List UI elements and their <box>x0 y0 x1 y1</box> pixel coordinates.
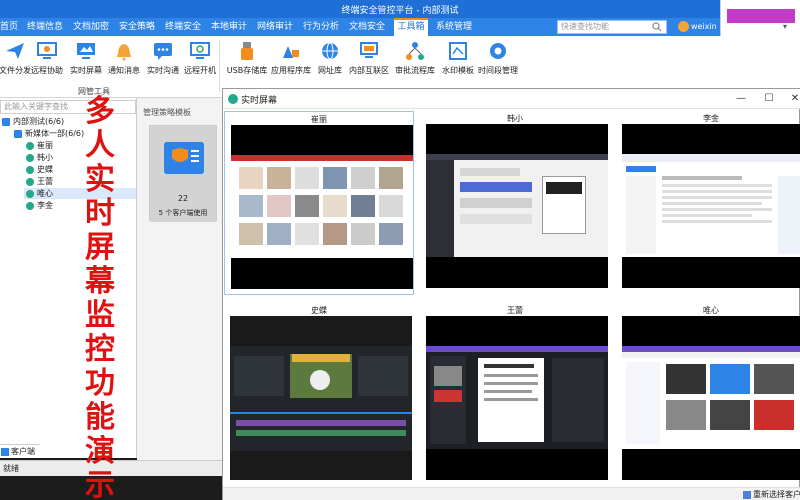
intranet-zone-button[interactable]: 内部互联区 <box>346 38 392 84</box>
tab-network-audit[interactable]: 网络审计 <box>254 18 296 36</box>
avatar <box>678 21 689 32</box>
user-online-icon <box>26 177 34 186</box>
client-screen-tile[interactable]: 史蝶 <box>224 303 414 487</box>
tab-security-policy[interactable]: 安全策略 <box>116 18 158 36</box>
watermark-icon <box>449 42 467 60</box>
client-screen-tile[interactable]: 王蕾 <box>420 303 610 487</box>
window-titlebar: 实时屏幕 — ☐ ✕ <box>223 89 800 109</box>
gear-clock-icon <box>490 43 506 59</box>
tab-doc-encrypt[interactable]: 文档加密 <box>70 18 112 36</box>
org-icon <box>14 129 22 138</box>
paper-plane-icon <box>6 43 24 59</box>
monitor-search-icon <box>37 42 57 59</box>
client-screen-tile[interactable]: 韩小 <box>420 111 610 295</box>
client-name: 史蝶 <box>311 306 327 315</box>
tree-node-user[interactable]: 李金 <box>26 200 53 211</box>
chat-icon <box>154 43 172 60</box>
close-button[interactable]: ✕ <box>787 91 800 107</box>
screen-thumbnail <box>622 316 800 480</box>
policy-caption: 5 个客户端使用 <box>158 209 208 217</box>
tab-doc-security[interactable]: 文档安全 <box>346 18 388 36</box>
client-screen-tile[interactable]: 唯心 <box>616 303 800 487</box>
screen-thumbnail <box>231 125 413 289</box>
tab-home[interactable]: 首页 <box>0 18 18 36</box>
flow-icon <box>406 42 424 60</box>
network-monitor-icon <box>360 42 378 58</box>
client-name: 王蕾 <box>507 306 523 315</box>
maximize-button[interactable]: ☐ <box>761 91 777 107</box>
tree-node-user[interactable]: 史蝶 <box>26 164 53 175</box>
tab-system-manage[interactable]: 系统管理 <box>433 18 475 36</box>
bell-icon <box>117 44 131 61</box>
desktop-preview <box>426 154 608 257</box>
toolbar-divider <box>219 40 220 92</box>
tree-node-dept[interactable]: 新媒体一部(6/6) <box>14 128 84 139</box>
desktop-preview <box>622 346 800 449</box>
screen-window-icon <box>228 94 238 104</box>
tab-terminal-security[interactable]: 终端安全 <box>162 18 204 36</box>
remote-boot-button[interactable]: 远程开机 <box>177 38 223 84</box>
org-icon <box>2 117 10 126</box>
globe-icon <box>322 42 338 60</box>
right-strip: ▾ <box>720 0 800 36</box>
user-online-icon <box>26 153 34 162</box>
desktop-preview <box>426 346 608 449</box>
title-bar: 终端安全管控平台 - 内部测试 <box>0 0 800 18</box>
overlay-caption: 多人实时屏幕监控功能演示 <box>85 94 115 500</box>
tree-node-user[interactable]: 崔丽 <box>26 140 53 151</box>
user-online-icon <box>26 165 34 174</box>
policy-panel: 管理策略模板 22 5 个客户端使用 <box>137 98 222 460</box>
time-period-manage-button[interactable]: 时间段管理 <box>475 38 521 84</box>
client-name: 唯心 <box>703 306 719 315</box>
power-monitor-icon <box>190 42 210 59</box>
desktop-preview <box>622 154 800 257</box>
screen-icon <box>77 43 95 59</box>
client-screen-tile[interactable]: 崔丽 <box>224 111 414 295</box>
tab-local-audit[interactable]: 本地审计 <box>208 18 250 36</box>
function-search-input[interactable]: 快速查找功能 <box>557 20 667 34</box>
app-shapes-icon <box>283 46 299 58</box>
desktop-preview <box>231 155 413 258</box>
usb-storage-lib-button[interactable]: USB存储库 <box>224 38 270 84</box>
realtime-screen-window: 实时屏幕 — ☐ ✕ 崔丽 韩小 李金 史蝶 王蕾 唯心 重新选择客户 <box>222 88 800 500</box>
reselect-icon <box>743 490 751 499</box>
window-title: 实时屏幕 <box>241 96 278 106</box>
screen-thumbnail <box>230 316 412 480</box>
screen-thumbnail <box>426 124 608 288</box>
tab-toolbox[interactable]: 工具箱 <box>394 18 428 36</box>
tree-node-root[interactable]: 内部测试(6/6) <box>2 116 64 127</box>
search-icon[interactable] <box>652 22 662 32</box>
client-name: 韩小 <box>507 114 523 123</box>
desktop-preview <box>230 316 412 480</box>
tab-behavior-analysis[interactable]: 行为分析 <box>300 18 342 36</box>
policy-panel-header: 管理策略模板 <box>143 108 191 117</box>
screen-thumbnail <box>426 316 608 480</box>
user-online-icon <box>26 141 34 150</box>
client-screen-tile[interactable]: 李金 <box>616 111 800 295</box>
client-icon <box>1 447 9 456</box>
user-menu[interactable]: weixin <box>672 18 720 36</box>
screen-window-footer: 重新选择客户端 <box>223 487 800 500</box>
client-name: 李金 <box>703 114 719 123</box>
tree-node-user[interactable]: 王蕾 <box>26 176 53 187</box>
tree-node-user[interactable]: 韩小 <box>26 152 53 163</box>
reselect-client-button[interactable]: 重新选择客户端 <box>743 489 800 500</box>
client-name: 崔丽 <box>311 115 327 124</box>
minimize-button[interactable]: — <box>733 91 749 107</box>
client-tab[interactable]: 客户端 <box>0 444 40 458</box>
tab-terminal-info[interactable]: 终端信息 <box>24 18 66 36</box>
policy-template-card[interactable]: 22 5 个客户端使用 <box>149 125 217 222</box>
shield-document-icon <box>164 142 204 174</box>
screen-thumbnail <box>622 124 800 288</box>
policy-count: 22 <box>177 194 189 203</box>
accent-stripe <box>727 9 795 23</box>
usb-icon <box>241 42 253 60</box>
user-online-icon <box>26 201 34 210</box>
user-online-icon <box>26 189 34 198</box>
chevron-down-icon[interactable]: ▾ <box>783 22 787 31</box>
app-title: 终端安全管控平台 - 内部测试 <box>341 6 459 16</box>
approval-flow-lib-button[interactable]: 审批流程库 <box>392 38 438 84</box>
user-name: weixin <box>691 22 717 31</box>
